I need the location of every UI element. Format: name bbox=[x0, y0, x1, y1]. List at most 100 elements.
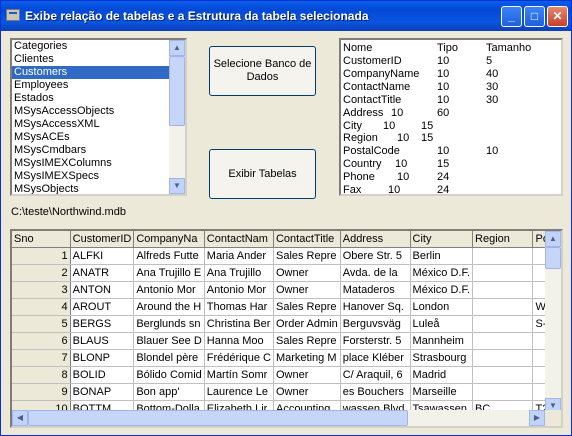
grid-cell[interactable]: México D.F. bbox=[410, 264, 474, 282]
grid-cell[interactable]: ANATR bbox=[70, 264, 135, 282]
grid-cell[interactable]: Luleå bbox=[410, 315, 474, 333]
grid-cell[interactable]: Hanover Sq. bbox=[340, 298, 411, 316]
grid-column-header[interactable]: CompanyNa bbox=[133, 231, 205, 248]
grid-vscroll-thumb[interactable] bbox=[545, 247, 561, 269]
grid-cell[interactable]: Thomas Har bbox=[204, 298, 274, 316]
row-number-cell[interactable]: 7 bbox=[12, 349, 71, 367]
grid-cell[interactable] bbox=[472, 264, 534, 282]
scroll-up-icon[interactable]: ▲ bbox=[169, 40, 185, 56]
grid-cell[interactable]: Around the H bbox=[133, 298, 205, 316]
table-list-item[interactable]: Employees bbox=[12, 79, 185, 92]
grid-cell[interactable]: Owner bbox=[273, 366, 341, 384]
table-list-item[interactable]: Categories bbox=[12, 40, 185, 53]
grid-cell[interactable]: Maria Ander bbox=[204, 247, 274, 265]
grid-column-header[interactable]: CustomerID bbox=[70, 231, 135, 248]
grid-cell[interactable]: es Bouchers bbox=[340, 383, 411, 401]
row-number-cell[interactable]: 8 bbox=[12, 366, 71, 384]
grid-cell[interactable]: Owner bbox=[273, 281, 341, 299]
minimize-button[interactable]: _ bbox=[501, 6, 522, 27]
row-number-cell[interactable]: 2 bbox=[12, 264, 71, 282]
grid-cell[interactable]: Mataderos bbox=[340, 281, 411, 299]
table-row[interactable]: 9 BONAP Bon app' Laurence Le Owner es Boucher… bbox=[12, 383, 561, 401]
scroll-thumb[interactable] bbox=[169, 56, 185, 126]
row-number-cell[interactable]: 1 bbox=[12, 247, 71, 265]
grid-cell[interactable]: Martín Somr bbox=[204, 366, 274, 384]
grid-cell[interactable]: BOLID bbox=[70, 366, 135, 384]
grid-cell[interactable]: Forsterstr. 5 bbox=[340, 332, 411, 350]
grid-cell[interactable]: Owner bbox=[273, 264, 341, 282]
grid-cell[interactable]: Hanna Moo bbox=[204, 332, 274, 350]
scroll-down-icon[interactable]: ▼ bbox=[169, 178, 185, 194]
grid-cell[interactable]: Berguvsväg bbox=[340, 315, 411, 333]
grid-column-header[interactable]: Region bbox=[472, 231, 534, 248]
grid-cell[interactable]: Sales Repre bbox=[273, 298, 341, 316]
grid-cell[interactable]: Antonio Mor bbox=[204, 281, 274, 299]
table-row[interactable]: 4 AROUT Around the H Thomas Har Sales Repre H… bbox=[12, 298, 561, 316]
table-list-item[interactable]: Clientes bbox=[12, 53, 185, 66]
table-list-item[interactable]: Estados bbox=[12, 92, 185, 105]
grid-cell[interactable]: Strasbourg bbox=[410, 349, 474, 367]
grid-cell[interactable]: México D.F. bbox=[410, 281, 474, 299]
grid-cell[interactable]: Ana Trujillo bbox=[204, 264, 274, 282]
table-row[interactable]: 8 BOLID Bólido Comid Martín Somr Owner C/ Ara… bbox=[12, 366, 561, 384]
row-number-cell[interactable]: 4 bbox=[12, 298, 71, 316]
table-list-item[interactable]: MSysCmdbars bbox=[12, 144, 185, 157]
grid-cell[interactable]: Bon app' bbox=[133, 383, 205, 401]
table-row[interactable]: 2 ANATR Ana Trujillo E Ana Trujillo Owner Avd… bbox=[12, 264, 561, 282]
grid-cell[interactable] bbox=[472, 366, 534, 384]
grid-cell[interactable]: Avda. de la bbox=[340, 264, 411, 282]
grid-vertical-scrollbar[interactable]: ▲ ▼ bbox=[545, 231, 561, 414]
grid-cell[interactable]: BLONP bbox=[70, 349, 135, 367]
close-button[interactable]: ✕ bbox=[547, 6, 568, 27]
grid-cell[interactable]: Marseille bbox=[410, 383, 474, 401]
table-row[interactable]: 3 ANTON Antonio Mor Antonio Mor Owner Matader… bbox=[12, 281, 561, 299]
grid-cell[interactable] bbox=[472, 298, 534, 316]
grid-cell[interactable]: Sales Repre bbox=[273, 247, 341, 265]
grid-cell[interactable]: London bbox=[410, 298, 474, 316]
grid-cell[interactable]: BERGS bbox=[70, 315, 135, 333]
grid-cell[interactable]: AROUT bbox=[70, 298, 135, 316]
grid-cell[interactable]: BLAUS bbox=[70, 332, 135, 350]
grid-scroll-left-icon[interactable]: ◀ bbox=[12, 410, 28, 426]
maximize-button[interactable]: □ bbox=[524, 6, 545, 27]
grid-cell[interactable]: ALFKI bbox=[70, 247, 135, 265]
grid-cell[interactable] bbox=[472, 247, 534, 265]
grid-cell[interactable]: Mannheim bbox=[410, 332, 474, 350]
row-number-cell[interactable]: 3 bbox=[12, 281, 71, 299]
table-list-item[interactable]: MSysIMEXColumns bbox=[12, 157, 185, 170]
grid-cell[interactable]: Laurence Le bbox=[204, 383, 274, 401]
row-number-cell[interactable]: 5 bbox=[12, 315, 71, 333]
grid-scroll-up-icon[interactable]: ▲ bbox=[545, 231, 561, 247]
grid-cell[interactable] bbox=[472, 315, 534, 333]
grid-cell[interactable]: Antonio Mor bbox=[133, 281, 205, 299]
grid-column-header[interactable]: Sno bbox=[12, 231, 71, 248]
grid-cell[interactable]: ANTON bbox=[70, 281, 135, 299]
grid-cell[interactable]: BONAP bbox=[70, 383, 135, 401]
grid-horizontal-scrollbar[interactable]: ◀ ▶ bbox=[12, 410, 545, 426]
grid-cell[interactable]: Ana Trujillo E bbox=[133, 264, 205, 282]
grid-cell[interactable]: Marketing M bbox=[273, 349, 341, 367]
select-database-button[interactable]: Selecione Banco de Dados bbox=[209, 46, 316, 96]
grid-cell[interactable]: Owner bbox=[273, 383, 341, 401]
tables-listbox-scrollbar[interactable]: ▲ ▼ bbox=[169, 40, 185, 194]
grid-cell[interactable]: Obere Str. 5 bbox=[340, 247, 411, 265]
table-structure-list[interactable]: Nome Tipo Tamanho CustomerID 10 5 CompanyNa… bbox=[339, 38, 563, 196]
app-icon[interactable] bbox=[6, 9, 20, 21]
table-list-item[interactable]: MSysAccessXML bbox=[12, 118, 185, 131]
table-row[interactable]: 6 BLAUS Blauer See D Hanna Moo Sales Repre Fo… bbox=[12, 332, 561, 350]
grid-column-header[interactable]: ContactTitle bbox=[273, 231, 341, 248]
grid-cell[interactable]: Sales Repre bbox=[273, 332, 341, 350]
tables-listbox[interactable]: Categories Clientes Customers Employees Esta… bbox=[10, 38, 187, 196]
grid-cell[interactable]: Madrid bbox=[410, 366, 474, 384]
grid-cell[interactable] bbox=[472, 349, 534, 367]
row-number-cell[interactable]: 6 bbox=[12, 332, 71, 350]
title-bar[interactable]: Exibe relação de tabelas e a Estrutura d… bbox=[1, 1, 571, 31]
grid-column-header[interactable]: ContactNam bbox=[204, 231, 274, 248]
grid-cell[interactable]: Blauer See D bbox=[133, 332, 205, 350]
grid-cell[interactable] bbox=[472, 383, 534, 401]
table-list-item[interactable]: MSysIMEXSpecs bbox=[12, 170, 185, 183]
table-row[interactable]: 5 BERGS Berglunds sn Christina Ber Order Adm… bbox=[12, 315, 561, 333]
grid-cell[interactable]: Christina Ber bbox=[204, 315, 274, 333]
table-list-item[interactable]: Customers bbox=[12, 66, 185, 79]
table-list-item[interactable]: MSysObjects bbox=[12, 183, 185, 194]
